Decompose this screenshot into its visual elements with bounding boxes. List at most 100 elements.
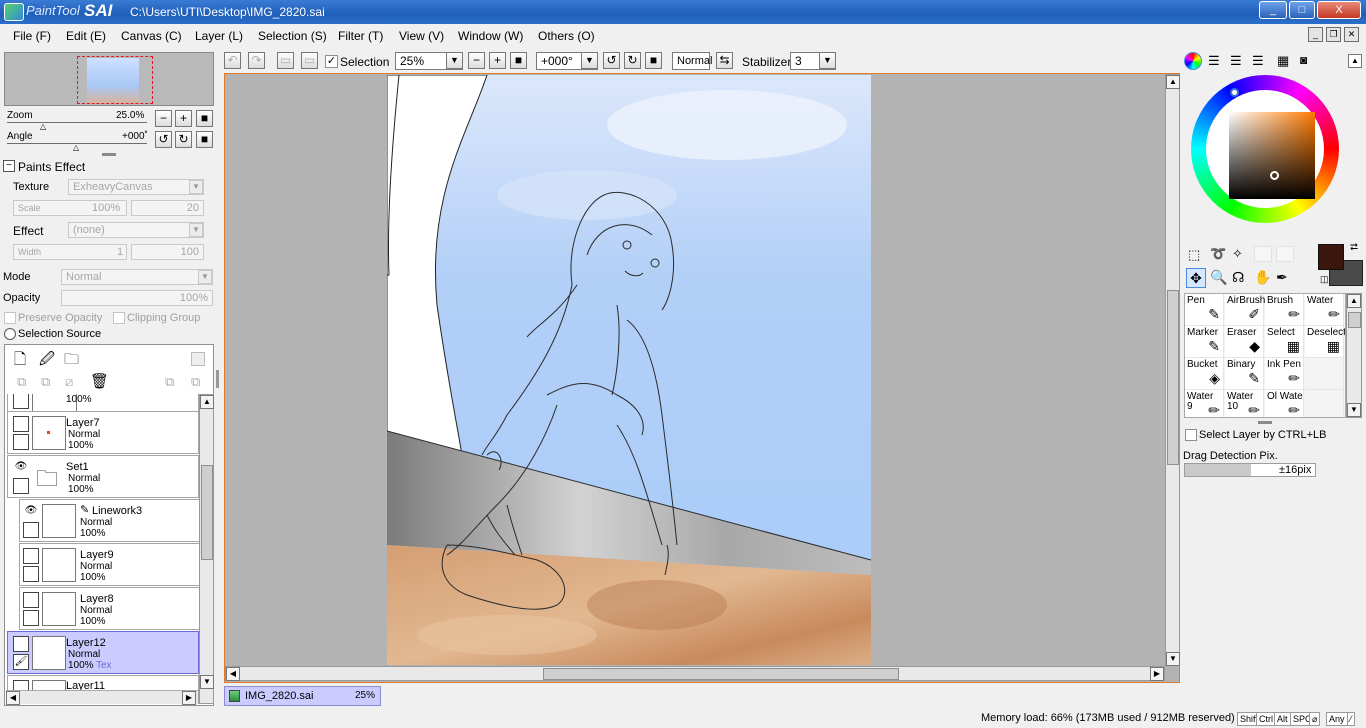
tool-scroll-down-icon[interactable]: ▼ — [1347, 403, 1361, 417]
layer-lock-toggle[interactable] — [23, 522, 39, 538]
layer-option-icon[interactable] — [191, 352, 205, 366]
angle-combo-dropdown-icon[interactable]: ▼ — [581, 52, 598, 69]
right-panel-scroll-icon[interactable]: ▲ — [1348, 54, 1362, 68]
menu-edit[interactable]: Edit (E) — [66, 29, 106, 43]
tool-scroll-thumb[interactable] — [1348, 312, 1361, 328]
eye-icon[interactable]: 👁 — [13, 460, 29, 476]
move-tool-icon[interactable]: ✥ — [1186, 268, 1206, 288]
tool-palette-scrollbar[interactable]: ▲ ▼ — [1346, 293, 1362, 418]
layer-name[interactable]: Set1 — [66, 461, 89, 473]
zoom-in-button[interactable]: + — [175, 110, 192, 127]
canvas-viewport[interactable]: ▲ ▼ ◀ ▶ — [224, 73, 1180, 683]
selection-source-radio[interactable] — [4, 328, 16, 340]
rotate-left-button[interactable]: ↺ — [155, 131, 172, 148]
layer-lock-toggle[interactable] — [23, 566, 39, 582]
rect-select-tool-icon[interactable]: ⬚ — [1188, 247, 1200, 263]
tool-marker[interactable]: Marker ✎ — [1185, 326, 1224, 358]
tool-water[interactable]: Water 9 ✏ — [1185, 390, 1224, 417]
hsv-sliders-tab-icon[interactable]: ☰ — [1230, 53, 1242, 69]
texture-select[interactable]: ExheavyCanvas — [68, 179, 204, 195]
deselect-button[interactable]: ▭ — [277, 52, 294, 69]
layer-lock-toggle[interactable] — [13, 478, 29, 494]
layer-name[interactable]: Layer9 — [80, 549, 114, 561]
texture-strength[interactable]: 20 — [131, 200, 204, 216]
blend-mode-dropdown-icon[interactable]: ▼ — [198, 270, 212, 284]
layer-row[interactable]: Layer9 Normal 100% — [19, 543, 199, 586]
menu-view[interactable]: View (V) — [399, 29, 444, 43]
layers-scroll-thumb[interactable] — [201, 465, 213, 560]
blend-mode-select[interactable]: Normal — [61, 269, 213, 285]
zoom-tool-icon[interactable]: 🔍 — [1210, 269, 1227, 286]
swatches-tab-icon[interactable]: ▦ — [1277, 53, 1289, 69]
mask-create-icon[interactable]: ⧉ — [165, 374, 174, 390]
magic-wand-tool-icon[interactable]: ✧ — [1232, 246, 1243, 262]
layer-name[interactable]: Layer8 — [80, 593, 114, 605]
merge-down-icon[interactable]: ⧉ — [41, 374, 50, 390]
layer-name[interactable]: Linework3 — [92, 505, 142, 517]
layer-visibility-toggle[interactable] — [13, 394, 29, 409]
canvas-scroll-left-icon[interactable]: ◀ — [226, 667, 240, 681]
toolbar-zoom-out-button[interactable]: − — [468, 52, 485, 69]
tool-ol-wate[interactable]: Ol Wate ✏ — [1265, 390, 1304, 417]
layer-row[interactable]: 👁 🗀 Set1 Normal 100% — [7, 455, 199, 498]
mdi-restore-button[interactable]: ❐ — [1326, 27, 1341, 42]
menu-selection[interactable]: Selection (S) — [258, 29, 327, 43]
saturation-value-square[interactable] — [1229, 112, 1315, 199]
delete-layer-icon[interactable]: 🗑 — [90, 372, 109, 390]
tool-deselect[interactable]: Deselect ▦ — [1305, 326, 1345, 358]
preserve-opacity-checkbox[interactable] — [4, 312, 16, 324]
scroll-right-icon[interactable]: ▶ — [182, 691, 196, 705]
layer-brush-lock-icon[interactable]: 🖌 — [13, 654, 29, 670]
artwork-canvas[interactable] — [387, 75, 871, 665]
tool-pen[interactable]: Pen ✎ — [1185, 294, 1224, 326]
scroll-down-icon[interactable]: ▼ — [200, 675, 214, 689]
redo-button[interactable]: ↷ — [248, 52, 265, 69]
layer-visibility-toggle[interactable] — [23, 592, 39, 608]
document-tab[interactable]: IMG_2820.sai 25% — [224, 686, 381, 706]
rotate-tool-icon[interactable]: ☊ — [1232, 269, 1244, 286]
collapse-paints-effect-icon[interactable]: − — [3, 160, 15, 172]
toolbar-rotate-reset-button[interactable]: ■ — [645, 52, 662, 69]
zoom-out-button[interactable]: − — [155, 110, 172, 127]
mdi-minimize-button[interactable]: _ — [1308, 27, 1323, 42]
hue-ring[interactable] — [1191, 75, 1339, 223]
primary-color-swatch[interactable] — [1318, 244, 1344, 270]
minimize-button[interactable]: _ — [1259, 1, 1287, 19]
toolbar-rotate-left-button[interactable]: ↺ — [603, 52, 620, 69]
layer-row-selected[interactable]: 🖌 Layer12 Normal 100% Tex — [7, 631, 199, 674]
layer-row[interactable]: Layer7 Normal 100% — [7, 411, 199, 454]
layers-hscrollbar[interactable]: ◀ ▶ — [6, 690, 198, 705]
canvas-vscrollbar[interactable]: ▲ ▼ — [1165, 74, 1180, 666]
tool-palette-splitter[interactable] — [1258, 421, 1272, 424]
menu-canvas[interactable]: Canvas (C) — [121, 29, 182, 43]
toolbar-rotate-right-button[interactable]: ↻ — [624, 52, 641, 69]
color-picker-handle[interactable] — [1270, 171, 1279, 180]
left-panel-splitter[interactable] — [216, 370, 219, 388]
menu-file[interactable]: File (F) — [13, 29, 51, 43]
selection-checkbox[interactable]: ✓ — [325, 55, 338, 68]
canvas-hscroll-thumb[interactable] — [543, 668, 899, 680]
tool-water[interactable]: Water ✏ — [1305, 294, 1344, 326]
layer-name[interactable]: Layer7 — [66, 417, 100, 429]
toolbar-zoom-reset-button[interactable]: ■ — [510, 52, 527, 69]
new-layer-icon[interactable]: 🗋 — [14, 349, 26, 374]
tool-scroll-up-icon[interactable]: ▲ — [1347, 294, 1361, 308]
eye-icon[interactable]: 👁 — [23, 504, 39, 520]
navigator-viewport[interactable] — [77, 56, 153, 104]
layer-row[interactable]: Layer8 Normal 100% — [19, 587, 199, 630]
menu-window[interactable]: Window (W) — [458, 29, 523, 43]
layer-lock-toggle[interactable] — [23, 610, 39, 626]
effect-strength[interactable]: 100 — [131, 244, 204, 260]
menu-layer[interactable]: Layer (L) — [195, 29, 243, 43]
mdi-close-button[interactable]: ✕ — [1344, 27, 1359, 42]
scratchpad-tab-icon[interactable]: ◙ — [1300, 53, 1307, 67]
menu-others[interactable]: Others (O) — [538, 29, 595, 43]
tool-water[interactable]: Water 10 ✏ — [1225, 390, 1264, 417]
eyedropper-tool-icon[interactable]: ✒ — [1276, 269, 1288, 286]
layer-lock-toggle[interactable] — [13, 434, 29, 450]
clipping-group-checkbox[interactable] — [113, 312, 125, 324]
canvas-vscroll-thumb[interactable] — [1167, 290, 1179, 465]
layer-visibility-toggle[interactable] — [13, 636, 29, 652]
hand-tool-icon[interactable]: ✋ — [1254, 269, 1271, 286]
scroll-up-icon[interactable]: ▲ — [200, 395, 214, 409]
